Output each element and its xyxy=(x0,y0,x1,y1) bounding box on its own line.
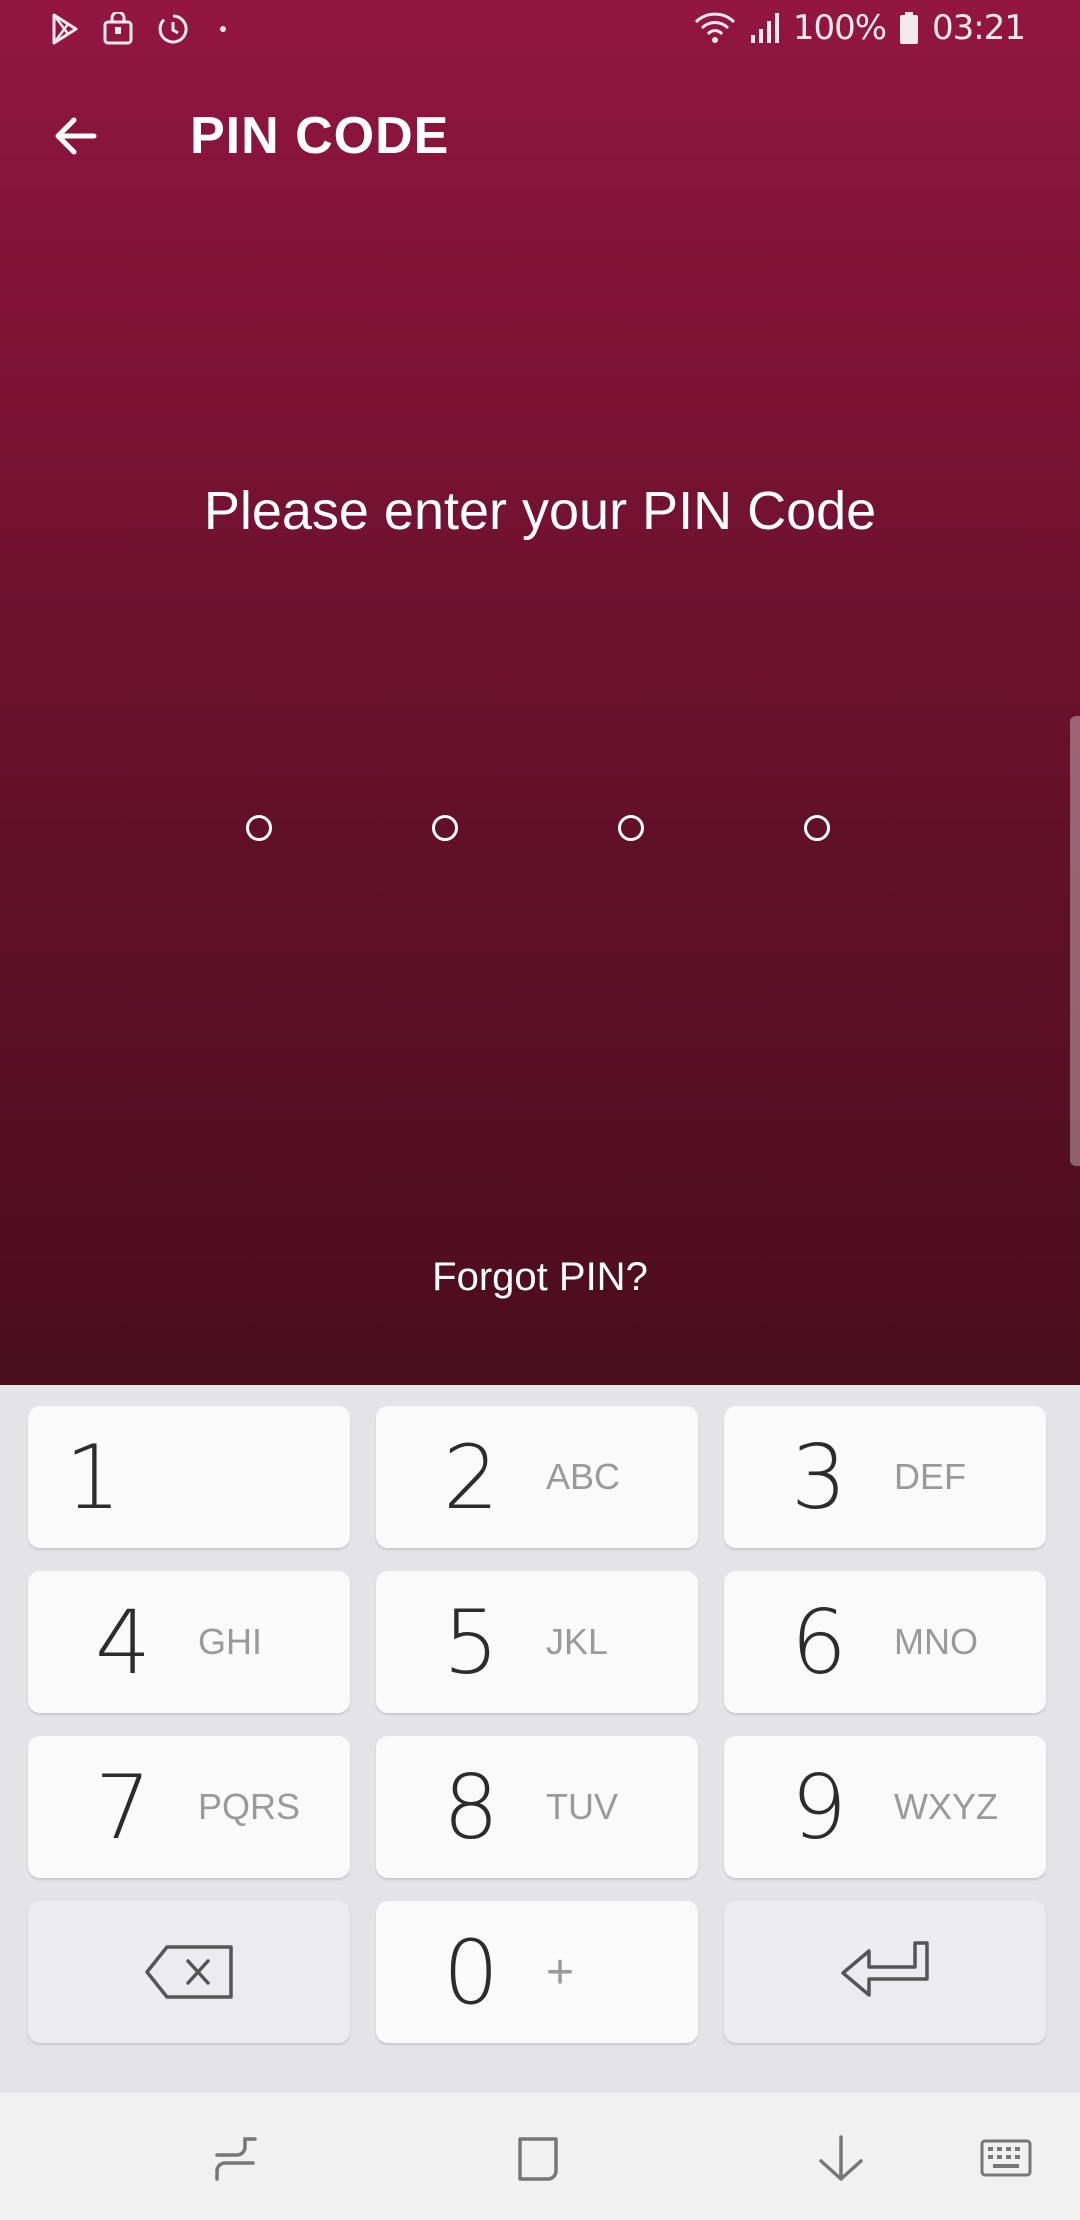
keyboard-icon xyxy=(980,2139,1032,2177)
key-2[interactable]: 2 ABC xyxy=(376,1406,698,1548)
shopping-bag-icon xyxy=(102,12,134,46)
play-store-icon xyxy=(50,12,80,46)
key-5[interactable]: 5 JKL xyxy=(376,1571,698,1713)
status-bar-notifications xyxy=(50,12,226,46)
key-letters: ABC xyxy=(546,1456,621,1497)
pin-dot xyxy=(804,815,830,841)
keyboard-switch-button[interactable] xyxy=(978,2131,1034,2187)
status-bar-system: 100% 03:21 xyxy=(693,8,1026,48)
key-digit: 1 xyxy=(65,1425,121,1529)
signal-icon xyxy=(749,11,781,45)
home-button[interactable] xyxy=(510,2131,566,2187)
numeric-keypad: 1 2 ABC 3 DEF 4 GHI 5 JKL 6 MNO 7 PQRS 8… xyxy=(0,1385,1080,2093)
key-7[interactable]: 7 PQRS xyxy=(28,1736,350,1878)
back-button-nav[interactable] xyxy=(813,2131,869,2187)
key-digit: 4 xyxy=(95,1590,151,1694)
key-letters: + xyxy=(546,1945,575,1999)
pin-prompt: Please enter your PIN Code xyxy=(203,481,877,541)
key-0[interactable]: 0 + xyxy=(376,1901,698,2043)
recent-apps-button[interactable] xyxy=(207,2131,263,2187)
key-digit: 3 xyxy=(791,1425,847,1529)
backspace-key[interactable] xyxy=(28,1901,350,2043)
enter-key[interactable] xyxy=(724,1901,1046,2043)
key-9[interactable]: 9 WXYZ xyxy=(724,1736,1046,1878)
pin-dot xyxy=(246,815,272,841)
recent-apps-icon xyxy=(215,2137,257,2181)
key-letters: DEF xyxy=(894,1456,966,1497)
notification-dot xyxy=(220,26,226,32)
system-nav-bar xyxy=(0,2093,1080,2220)
pin-screen: 100% 03:21 PIN CODE Please enter your PI… xyxy=(0,0,1080,1385)
edge-panel-handle[interactable] xyxy=(1070,716,1080,1166)
key-3[interactable]: 3 DEF xyxy=(724,1406,1046,1548)
forgot-pin-link[interactable]: Forgot PIN? xyxy=(0,1255,1080,1300)
key-digit: 2 xyxy=(443,1425,499,1529)
enter-icon xyxy=(841,1941,929,1997)
key-digit: 9 xyxy=(791,1755,847,1859)
battery-percent: 100% xyxy=(792,8,887,48)
key-letters: GHI xyxy=(198,1621,263,1662)
battery-icon xyxy=(898,11,920,45)
arrow-left-icon xyxy=(55,117,97,155)
key-8[interactable]: 8 TUV xyxy=(376,1736,698,1878)
key-letters: PQRS xyxy=(198,1786,301,1827)
key-digit: 8 xyxy=(443,1755,499,1859)
timer-icon xyxy=(156,12,190,46)
backspace-icon xyxy=(145,1945,233,1999)
pin-dot xyxy=(618,815,644,841)
home-icon xyxy=(518,2137,558,2181)
back-down-icon xyxy=(819,2135,863,2181)
key-letters: WXYZ xyxy=(894,1786,998,1827)
key-letters: MNO xyxy=(894,1621,978,1662)
key-letters: JKL xyxy=(546,1621,609,1662)
wifi-icon xyxy=(693,10,737,46)
key-1[interactable]: 1 xyxy=(28,1406,350,1548)
key-4[interactable]: 4 GHI xyxy=(28,1571,350,1713)
clock: 03:21 xyxy=(932,8,1026,48)
pin-dot xyxy=(432,815,458,841)
key-digit: 7 xyxy=(95,1755,151,1859)
key-digit: 0 xyxy=(443,1920,499,2024)
back-button[interactable] xyxy=(48,108,104,164)
key-6[interactable]: 6 MNO xyxy=(724,1571,1046,1713)
status-bar: 100% 03:21 xyxy=(0,0,1080,64)
key-digit: 6 xyxy=(791,1590,847,1694)
page-title: PIN CODE xyxy=(190,107,450,165)
key-digit: 5 xyxy=(443,1590,499,1694)
key-letters: TUV xyxy=(546,1786,618,1827)
